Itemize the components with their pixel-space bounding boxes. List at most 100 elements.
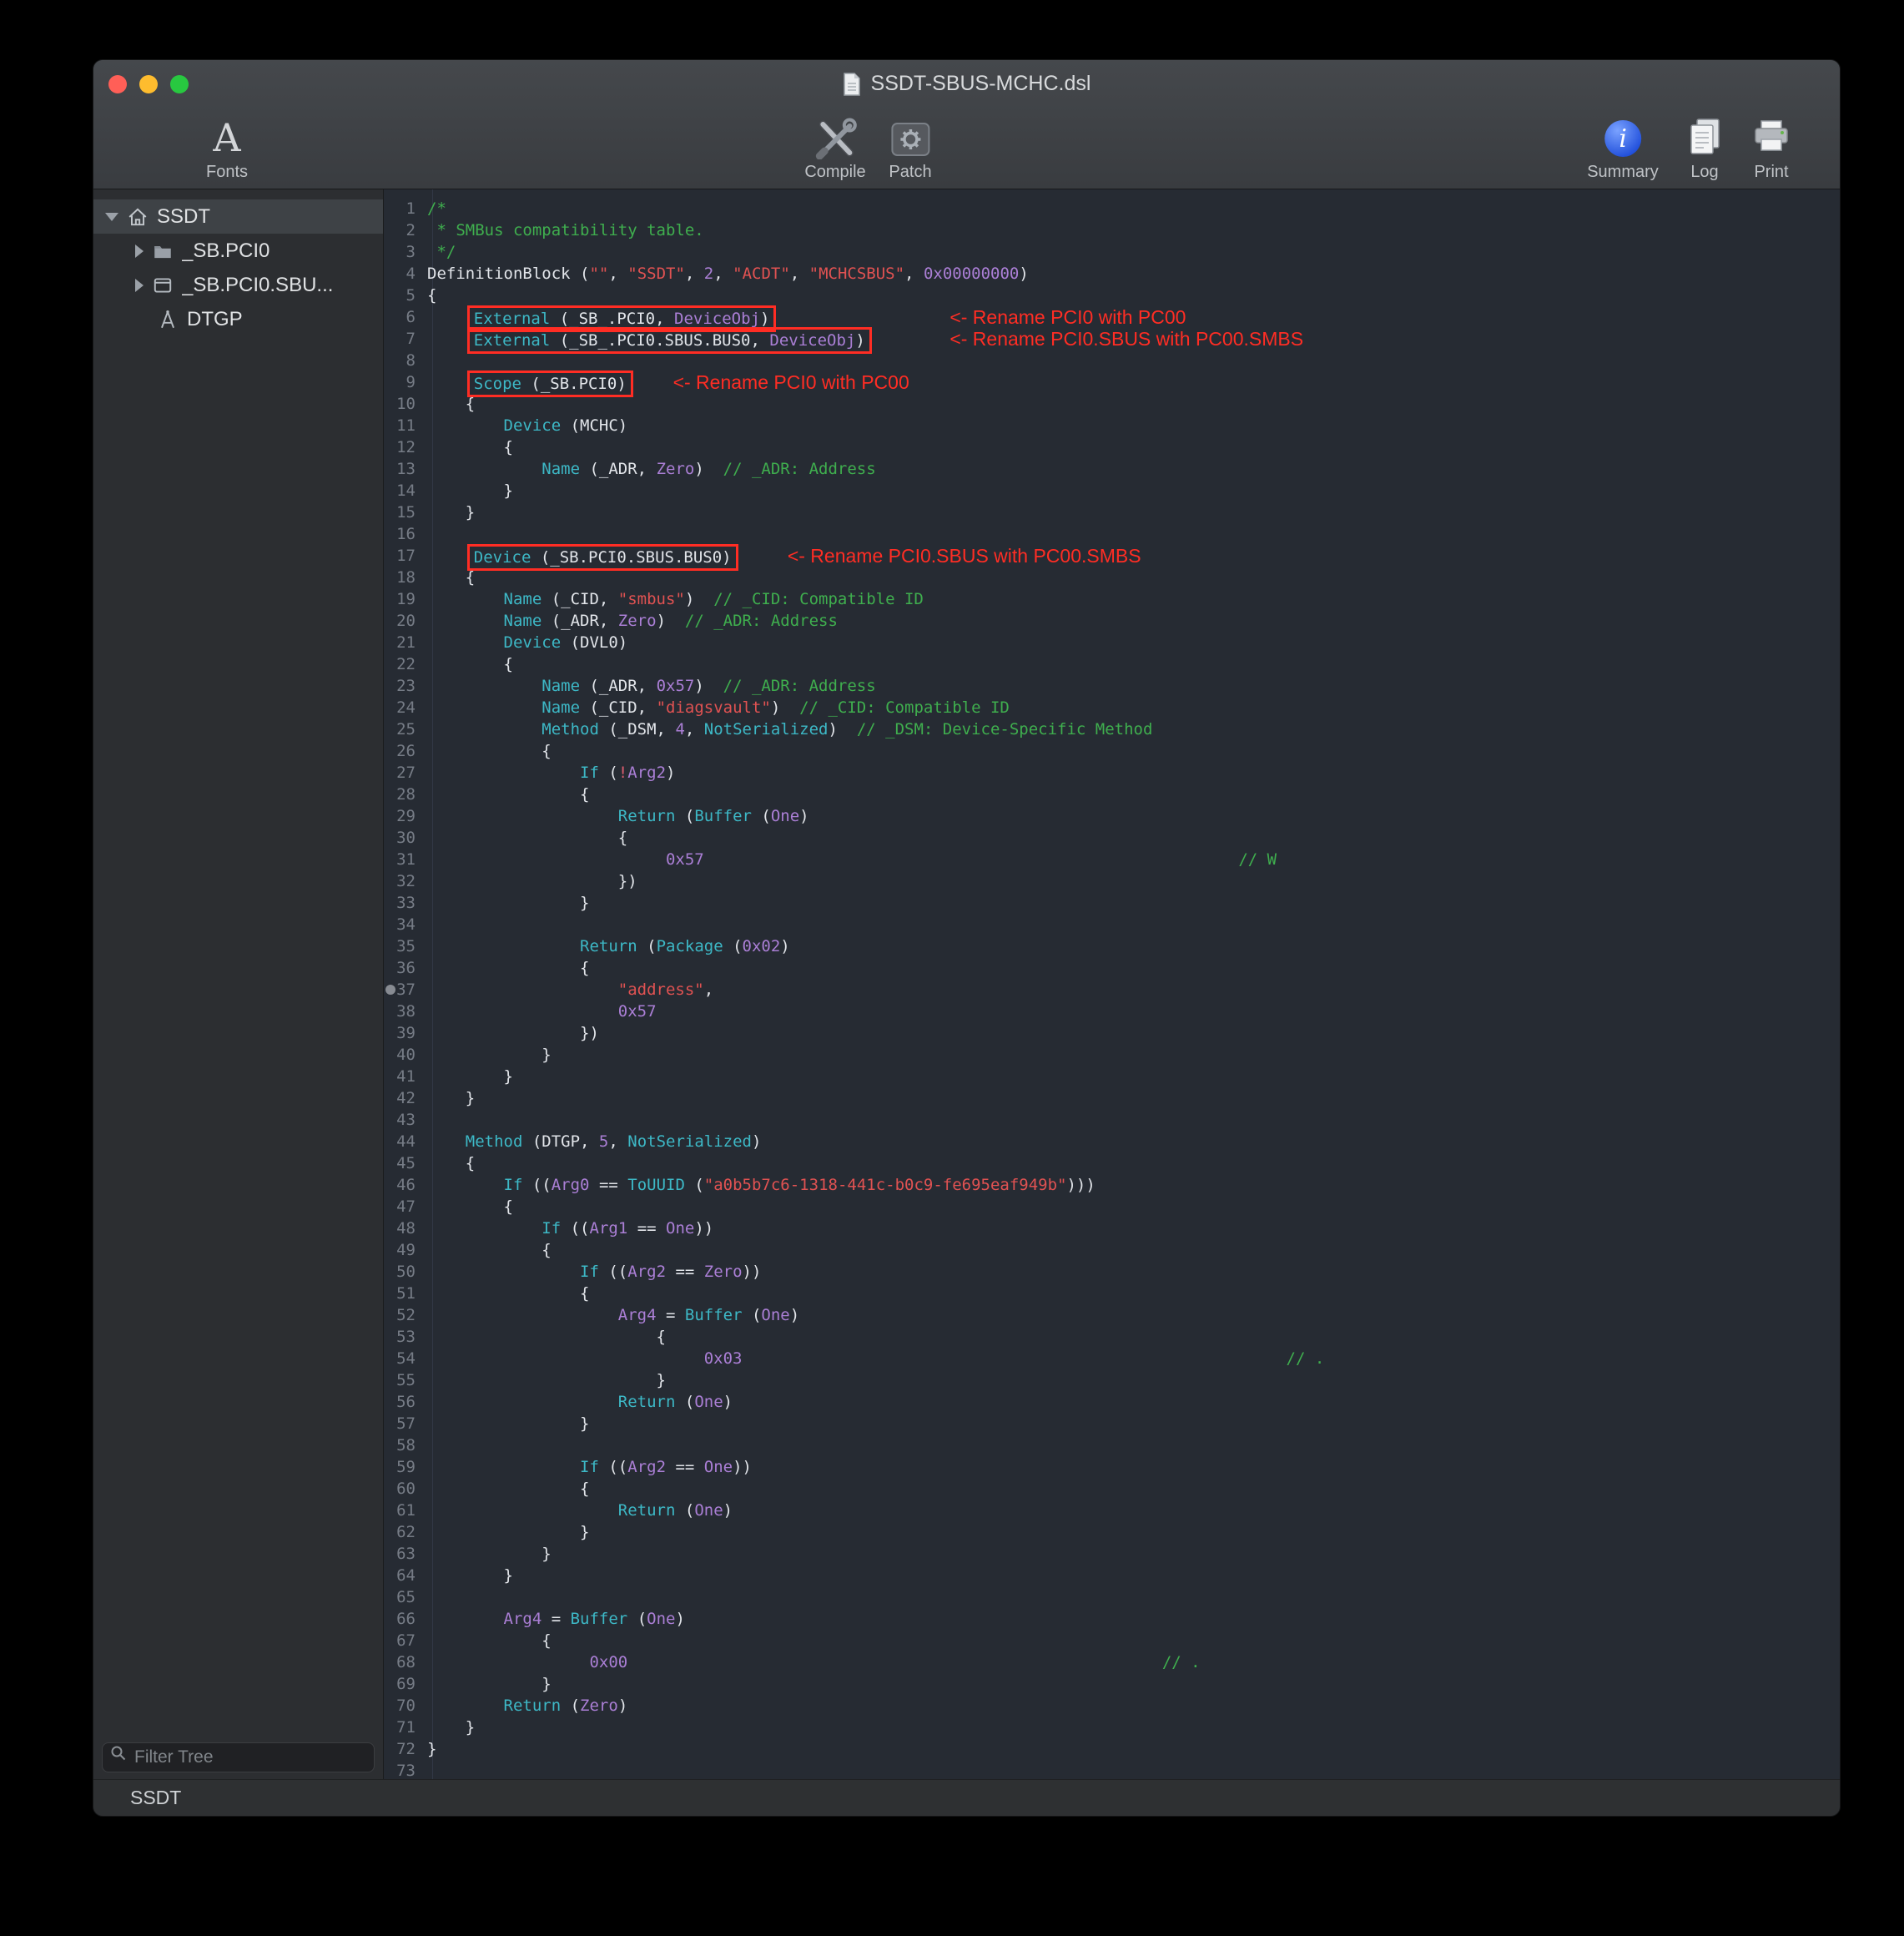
toolbar: A Fonts <box>93 108 1840 189</box>
code-line[interactable]: 68 0x00 // . <box>384 1651 1840 1673</box>
code-line[interactable]: 60 { <box>384 1478 1840 1500</box>
code-line[interactable]: 25 Method (_DSM, 4, NotSerialized) // _D… <box>384 718 1840 740</box>
code-line[interactable]: 50 If ((Arg2 == Zero)) <box>384 1261 1840 1283</box>
code-line[interactable]: 53 { <box>384 1326 1840 1348</box>
code-line[interactable]: 15 } <box>384 502 1840 523</box>
code-line[interactable]: 61 Return (One) <box>384 1500 1840 1521</box>
code-line[interactable]: 49 { <box>384 1239 1840 1261</box>
line-number: 62 <box>384 1521 427 1543</box>
code-line-content: Return (Buffer (One) <box>427 805 809 827</box>
code-area[interactable]: 1/*2 * SMBus compatibility table.3 */4De… <box>384 198 1840 1779</box>
code-line[interactable]: 36 { <box>384 957 1840 979</box>
disclosure-right-icon[interactable] <box>135 245 144 258</box>
code-line[interactable]: 11 Device (MCHC) <box>384 415 1840 436</box>
code-line[interactable]: 45 { <box>384 1152 1840 1174</box>
code-line[interactable]: 70 Return (Zero) <box>384 1695 1840 1717</box>
code-line[interactable]: 23 Name (_ADR, 0x57) // _ADR: Address <box>384 675 1840 697</box>
code-line[interactable]: 33 } <box>384 892 1840 914</box>
code-line[interactable]: 6 External (_SB_.PCI0, DeviceObj) <- Ren… <box>384 306 1840 328</box>
code-line[interactable]: 41 } <box>384 1066 1840 1087</box>
code-editor[interactable]: 1/*2 * SMBus compatibility table.3 */4De… <box>384 189 1840 1779</box>
code-line[interactable]: 48 If ((Arg1 == One)) <box>384 1218 1840 1239</box>
code-line[interactable]: 44 Method (DTGP, 5, NotSerialized) <box>384 1131 1840 1152</box>
code-line[interactable]: 32 }) <box>384 870 1840 892</box>
code-line[interactable]: 55 } <box>384 1369 1840 1391</box>
code-line[interactable]: 72} <box>384 1738 1840 1760</box>
code-line[interactable]: 30 { <box>384 827 1840 849</box>
code-line[interactable]: 56 Return (One) <box>384 1391 1840 1413</box>
code-line[interactable]: 66 Arg4 = Buffer (One) <box>384 1608 1840 1630</box>
code-token: , <box>685 720 704 739</box>
code-line[interactable]: 64 } <box>384 1565 1840 1586</box>
code-line[interactable]: 4DefinitionBlock ("", "SSDT", 2, "ACDT",… <box>384 263 1840 285</box>
code-line[interactable]: 12 { <box>384 436 1840 458</box>
log-button[interactable]: Log <box>1684 111 1725 181</box>
code-line[interactable]: 1/* <box>384 198 1840 219</box>
folder-icon <box>152 240 174 262</box>
code-line[interactable]: 34 <box>384 914 1840 935</box>
code-line[interactable]: 69 } <box>384 1673 1840 1695</box>
sidebar-item-ssdt[interactable]: SSDT <box>93 199 383 234</box>
code-line[interactable]: 5{ <box>384 285 1840 306</box>
code-line[interactable]: 2 * SMBus compatibility table. <box>384 219 1840 241</box>
code-line[interactable]: 47 { <box>384 1196 1840 1218</box>
minimize-button[interactable] <box>139 75 158 93</box>
code-token: If <box>580 764 599 782</box>
fonts-button[interactable]: A Fonts <box>206 111 248 181</box>
code-line[interactable]: 22 { <box>384 653 1840 675</box>
zoom-button[interactable] <box>170 75 189 93</box>
code-line[interactable]: 52 Arg4 = Buffer (One) <box>384 1304 1840 1326</box>
code-line[interactable]: 7 External (_SB_.PCI0.SBUS.BUS0, DeviceO… <box>384 328 1840 350</box>
code-line[interactable]: 73 <box>384 1760 1840 1779</box>
code-token: Buffer <box>571 1610 628 1628</box>
code-token: ( <box>675 1393 694 1411</box>
code-line[interactable]: 28 { <box>384 784 1840 805</box>
code-line[interactable]: 27 If (!Arg2) <box>384 762 1840 784</box>
code-line[interactable]: 51 { <box>384 1283 1840 1304</box>
code-line[interactable]: 62 } <box>384 1521 1840 1543</box>
code-line[interactable]: 26 { <box>384 740 1840 762</box>
code-line[interactable]: 67 { <box>384 1630 1840 1651</box>
code-line[interactable]: 43 <box>384 1109 1840 1131</box>
code-token: "a0b5b7c6-1318-441c-b0c9-fe695eaf949b" <box>704 1176 1067 1194</box>
code-line[interactable]: 20 Name (_ADR, Zero) // _ADR: Address <box>384 610 1840 632</box>
disclosure-right-icon[interactable] <box>135 279 144 292</box>
code-line[interactable]: 13 Name (_ADR, Zero) // _ADR: Address <box>384 458 1840 480</box>
code-line[interactable]: 16 <box>384 523 1840 545</box>
code-line[interactable]: 9 Scope (_SB.PCI0) <- Rename PCI0 with P… <box>384 371 1840 393</box>
print-button[interactable]: Print <box>1750 111 1792 181</box>
code-line[interactable]: 54 0x03 // . <box>384 1348 1840 1369</box>
disclosure-down-icon[interactable] <box>105 213 118 221</box>
summary-button[interactable]: i Summary <box>1587 111 1659 181</box>
code-token: } <box>427 503 475 522</box>
code-line[interactable]: 31 0x57 // W <box>384 849 1840 870</box>
code-line[interactable]: 21 Device (DVL0) <box>384 632 1840 653</box>
code-line[interactable]: 3 */ <box>384 241 1840 263</box>
code-line[interactable]: 40 } <box>384 1044 1840 1066</box>
code-line[interactable]: 39 }) <box>384 1022 1840 1044</box>
code-line[interactable]: 63 } <box>384 1543 1840 1565</box>
code-line[interactable]: 38 0x57 <box>384 1001 1840 1022</box>
filter-tree-input[interactable] <box>102 1742 375 1772</box>
sidebar-item-dtgp[interactable]: DTGP <box>93 302 383 336</box>
code-line[interactable]: 37 "address", <box>384 979 1840 1001</box>
code-line[interactable]: 58 <box>384 1434 1840 1456</box>
code-line[interactable]: 57 } <box>384 1413 1840 1434</box>
code-line[interactable]: 14 } <box>384 480 1840 502</box>
code-line[interactable]: 65 <box>384 1586 1840 1608</box>
code-line[interactable]: 17 Device (_SB.PCI0.SBUS.BUS0) <- Rename… <box>384 545 1840 567</box>
patch-button[interactable]: Patch <box>889 111 931 181</box>
code-line[interactable]: 29 Return (Buffer (One) <box>384 805 1840 827</box>
code-line[interactable]: 59 If ((Arg2 == One)) <box>384 1456 1840 1478</box>
sidebar-item-sb-pci0[interactable]: _SB.PCI0 <box>93 234 383 268</box>
code-line[interactable]: 42 } <box>384 1087 1840 1109</box>
code-line[interactable]: 35 Return (Package (0x02) <box>384 935 1840 957</box>
compile-button[interactable]: Compile <box>804 111 865 181</box>
code-line[interactable]: 19 Name (_CID, "smbus") // _CID: Compati… <box>384 588 1840 610</box>
code-line[interactable]: 46 If ((Arg0 == ToUUID ("a0b5b7c6-1318-4… <box>384 1174 1840 1196</box>
close-button[interactable] <box>108 75 127 93</box>
sidebar-item-sb-pci0-sbus[interactable]: _SB.PCI0.SBU... <box>93 268 383 302</box>
code-line[interactable]: 24 Name (_CID, "diagsvault") // _CID: Co… <box>384 697 1840 718</box>
code-line[interactable]: 71 } <box>384 1717 1840 1738</box>
code-token: } <box>427 1067 513 1086</box>
